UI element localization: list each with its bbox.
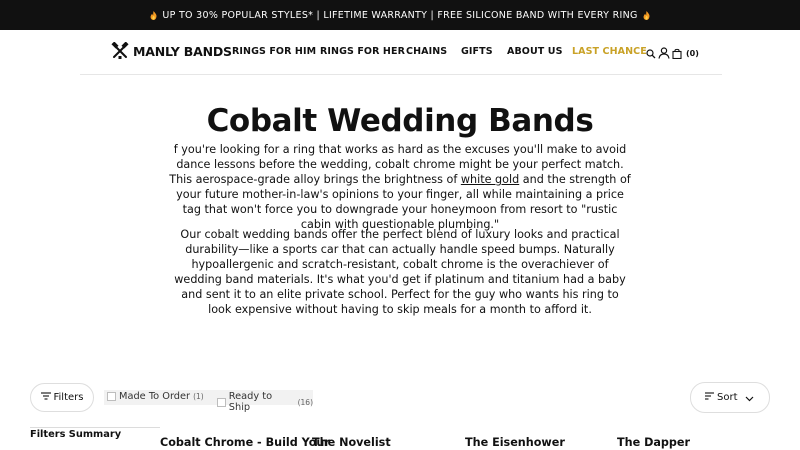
- nav-chains[interactable]: CHAINS: [406, 46, 447, 57]
- product-title[interactable]: Cobalt Chrome - Build Your: [160, 436, 330, 449]
- filters-button[interactable]: Filters: [30, 383, 94, 412]
- sort-icon: [705, 392, 714, 403]
- filters-label: Filters: [53, 392, 84, 403]
- chip-label: Ready to Ship: [228, 391, 273, 413]
- filter-lines-icon: [40, 392, 54, 403]
- nav-last-chance[interactable]: LAST CHANCE: [572, 46, 647, 57]
- made-to-order-chip[interactable]: Made To Order (1): [107, 391, 204, 402]
- made-to-order-checkbox[interactable]: [107, 392, 116, 401]
- sort-label: Sort: [717, 392, 738, 403]
- page-title: Cobalt Wedding Bands: [206, 103, 594, 139]
- search-icon[interactable]: [646, 44, 656, 63]
- announcement-bar: UP TO 30% POPULAR STYLES* | LIFETIME WAR…: [0, 0, 800, 30]
- flame-icon: [150, 10, 157, 20]
- nav-rings-for-him[interactable]: RINGS FOR HIM: [232, 46, 316, 57]
- white-gold-link[interactable]: white gold: [461, 173, 519, 186]
- announcement-text: UP TO 30% POPULAR STYLES* | LIFETIME WAR…: [162, 9, 638, 21]
- cart-count[interactable]: (0): [686, 49, 699, 58]
- description-paragraph: Our cobalt wedding bands offer the perfe…: [174, 228, 626, 317]
- intro-paragraph: f you're looking for a ring that works a…: [168, 142, 632, 233]
- flame-icon: [643, 10, 650, 20]
- availability-chips: Made To Order (1) Ready to Ship (16): [104, 390, 313, 413]
- account-icon[interactable]: [658, 44, 670, 63]
- chip-label: Made To Order: [119, 391, 191, 402]
- ready-to-ship-checkbox[interactable]: [217, 397, 226, 407]
- nav-about-us[interactable]: ABOUT US: [507, 46, 563, 57]
- nav-gifts[interactable]: GIFTS: [461, 46, 493, 57]
- sort-dropdown[interactable]: Sort: [690, 382, 770, 413]
- filters-summary-heading: Filters Summary: [30, 429, 122, 440]
- ready-to-ship-chip[interactable]: Ready to Ship (16): [217, 391, 313, 413]
- chip-count: (16): [297, 397, 313, 407]
- product-title[interactable]: The Novelist: [312, 436, 391, 449]
- crossed-hammers-icon: [111, 42, 129, 60]
- chip-count: (1): [193, 392, 204, 401]
- product-title[interactable]: The Eisenhower: [465, 436, 565, 449]
- chevron-down-icon: [745, 394, 754, 405]
- summary-divider: [30, 427, 160, 428]
- site-header: MANLY BANDS RINGS FOR HIM RINGS FOR HER …: [80, 30, 722, 75]
- bag-icon[interactable]: [672, 44, 682, 63]
- nav-rings-for-her[interactable]: RINGS FOR HER: [320, 46, 405, 57]
- header-icons: (0): [646, 44, 699, 63]
- logo[interactable]: MANLY BANDS: [111, 42, 232, 60]
- logo-text: MANLY BANDS: [133, 43, 232, 59]
- product-title[interactable]: The Dapper: [617, 436, 690, 449]
